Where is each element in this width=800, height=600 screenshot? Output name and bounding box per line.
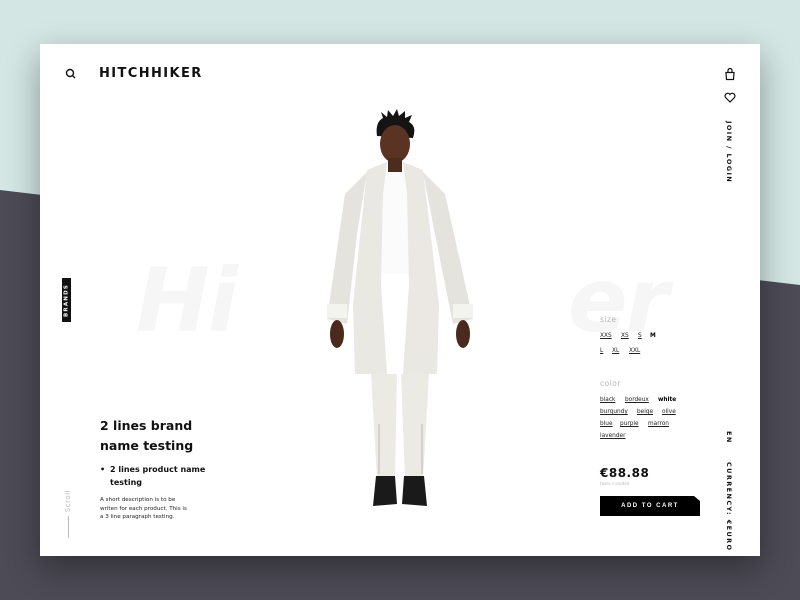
color-option-blue[interactable]: blue <box>600 421 613 427</box>
size-option-xxs[interactable]: XXS <box>600 333 612 339</box>
coat-right-cuff <box>453 304 473 318</box>
model-face <box>380 125 410 163</box>
color-option-black[interactable]: black <box>600 397 615 403</box>
currency-selector[interactable]: CURRENCY: €EURO <box>725 462 733 552</box>
shopping-bag-icon[interactable] <box>724 68 736 81</box>
model-neck <box>388 158 402 174</box>
size-option-s[interactable]: S <box>638 333 642 339</box>
scroll-label: Scroll <box>64 490 72 513</box>
brand-name: 2 lines brand name testing <box>100 418 194 453</box>
product-page-card: Hi er HITCHHIKER JOIN / LOGIN BRANDS Scr… <box>40 44 760 556</box>
color-option-olive[interactable]: olive <box>662 409 676 415</box>
model-right-hand <box>456 320 470 348</box>
join-login-link[interactable]: JOIN / LOGIN <box>725 121 733 183</box>
heart-icon[interactable] <box>724 92 736 103</box>
size-option-l[interactable]: L <box>600 348 603 354</box>
product-name-text: 2 lines product name testing <box>110 465 206 487</box>
scroll-indicator[interactable]: Scroll <box>64 490 72 539</box>
color-option-lavender[interactable]: lavender <box>600 433 625 439</box>
brands-tab[interactable]: BRANDS <box>62 278 71 322</box>
coat-left-cuff <box>327 304 347 318</box>
size-option-m[interactable]: M <box>650 333 656 339</box>
product-model-image <box>327 109 473 506</box>
scroll-line <box>67 516 69 539</box>
pants-left-leg <box>371 374 397 479</box>
model-tshirt <box>380 172 410 274</box>
product-description: A short description is to be writen for … <box>100 497 187 520</box>
product-name: • 2 lines product name testing <box>100 463 210 489</box>
watermark-text-left: Hi <box>136 249 238 352</box>
color-option-purple[interactable]: purple <box>620 421 639 427</box>
color-label: color <box>600 379 621 388</box>
language-selector[interactable]: EN <box>725 431 733 444</box>
size-label: size <box>600 315 617 324</box>
color-option-burgundy[interactable]: burgundy <box>600 409 628 415</box>
size-option-xs[interactable]: XS <box>621 333 629 339</box>
size-option-xl[interactable]: XL <box>612 348 619 354</box>
pants-right-leg <box>401 374 429 479</box>
bullet-icon: • <box>100 465 106 474</box>
taxes-note: taxes included <box>600 481 630 486</box>
brand-logo[interactable]: HITCHHIKER <box>99 66 203 81</box>
color-option-white[interactable]: white <box>658 397 676 403</box>
model-right-boot <box>402 476 427 506</box>
search-icon[interactable] <box>65 68 77 80</box>
model-left-boot <box>373 476 397 506</box>
color-option-bordeux[interactable]: bordeux <box>625 397 649 403</box>
add-to-cart-button[interactable]: ADD TO CART <box>600 496 700 516</box>
product-price: €88.88 <box>600 466 650 480</box>
color-option-beige[interactable]: beige <box>637 409 653 415</box>
model-left-hand <box>330 320 344 348</box>
size-option-xxl[interactable]: XXL <box>629 348 640 354</box>
color-option-marron[interactable]: marron <box>648 421 669 427</box>
